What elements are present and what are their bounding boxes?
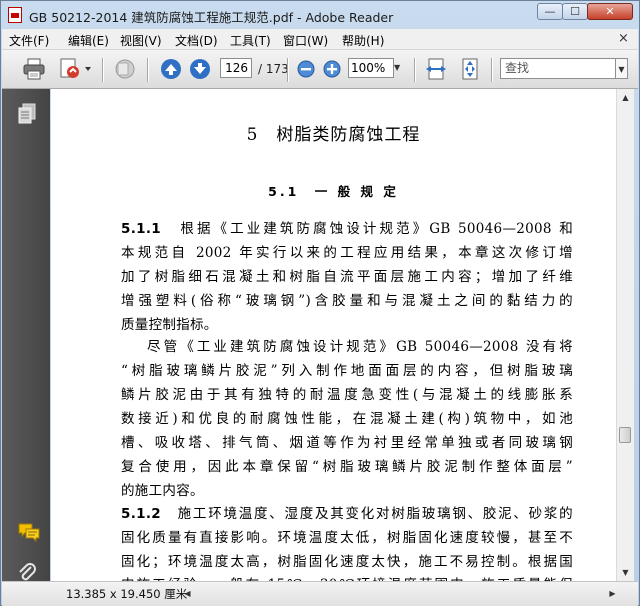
menu-view[interactable]: 视图(V) xyxy=(120,32,162,49)
previous-page-icon[interactable] xyxy=(159,57,183,84)
horizontal-scrollbar[interactable]: ◀ ▶ xyxy=(180,586,620,601)
menu-tools[interactable]: 工具(T) xyxy=(230,32,271,49)
clause-number: 5.1.2 xyxy=(121,506,161,522)
print-icon[interactable] xyxy=(22,57,46,84)
zoom-out-icon[interactable] xyxy=(296,59,316,82)
paragraph-line: 尽管《工业建筑防腐蚀设计规范》GB 50046—2008 没有将 xyxy=(147,339,573,355)
paragraph-line: 增强塑料(俗称“玻璃钢”)含胶量和与混凝土之间的黏结力的 xyxy=(121,293,573,309)
menu-file[interactable]: 文件(F) xyxy=(9,32,49,49)
title-bar: GB 50212-2014 建筑防腐蚀工程施工规范.pdf - Adobe Re… xyxy=(1,1,639,29)
toolbar-separator xyxy=(102,58,104,82)
paragraph-line: 数接近)和优良的耐腐蚀性能，在混凝土建(构)筑物中，如池 xyxy=(121,411,573,427)
menu-help[interactable]: 帮助(H) xyxy=(342,32,384,49)
zoom-dropdown-icon[interactable]: ▼ xyxy=(394,58,404,78)
page-size-readout: 13.385 x 19.450 厘米 xyxy=(66,587,188,601)
paragraph-line: 的施工内容。 xyxy=(121,483,204,499)
chapter-title: 5 树脂类防腐蚀工程 xyxy=(246,125,421,145)
minimize-button[interactable]: — xyxy=(537,3,563,20)
paragraph-line: 内施工经验，一般在 15℃～30℃环境温度范围内，施工质量能保 xyxy=(121,573,573,581)
paragraph-line: 加了树脂细石混凝土和树脂自流平面层施工内容；增加了纤维 xyxy=(121,269,573,285)
paragraph-line: 固化；环境温度太高，树脂固化速度太快，施工不易控制。根据国 xyxy=(121,554,573,570)
menu-document[interactable]: 文档(D) xyxy=(175,32,218,49)
menu-bar: 文件(F) 编辑(E) 视图(V) 文档(D) 工具(T) 窗口(W) 帮助(H… xyxy=(2,29,638,50)
vertical-scrollbar[interactable]: ▲ ▼ xyxy=(616,89,634,581)
fit-page-icon[interactable] xyxy=(458,57,482,84)
line-text: 施工环境温度、湿度及其变化对树脂玻璃钢、胶泥、砂浆的 xyxy=(177,506,573,522)
page-total: / 173 xyxy=(258,62,289,76)
comments-icon[interactable] xyxy=(17,521,41,546)
close-document-button[interactable]: × xyxy=(618,31,629,46)
paragraph-line: 本规范自 2002 年实行以来的工程应用结果，本章这次修订增 xyxy=(121,245,573,261)
scroll-up-icon[interactable]: ▲ xyxy=(617,89,634,106)
line-text: 根据《工业建筑防腐蚀设计规范》GB 50046—2008 和 xyxy=(180,221,573,237)
paragraph-line: 固化质量有直接影响。环境温度太低，树脂固化速度较慢，甚至不 xyxy=(121,530,573,546)
paragraph-line: “树脂玻璃鳞片胶泥”列入制作地面面层的内容，但树脂玻璃 xyxy=(121,363,573,379)
paragraph-line: 复合使用，因此本章保留“树脂玻璃鳞片胶泥制作整体面层” xyxy=(121,459,573,475)
app-window: GB 50212-2014 建筑防腐蚀工程施工规范.pdf - Adobe Re… xyxy=(0,0,640,606)
menu-edit[interactable]: 编辑(E) xyxy=(68,32,109,49)
toolbar-separator xyxy=(287,58,289,82)
toolbar-separator xyxy=(414,58,416,82)
close-window-button[interactable]: ✕ xyxy=(587,3,633,20)
pdf-app-icon xyxy=(8,7,22,23)
collaborate-icon[interactable] xyxy=(112,57,138,84)
search-dropdown-icon[interactable]: ▼ xyxy=(616,58,628,79)
scroll-right-icon[interactable]: ▶ xyxy=(605,586,620,601)
scrollbar-thumb[interactable] xyxy=(619,427,631,443)
paragraph-line: 5.1.1 根据《工业建筑防腐蚀设计规范》GB 50046—2008 和 xyxy=(121,217,573,237)
paragraph-line: 鳞片胶泥由于其有独特的耐温度急变性(与混凝土的线膨胀系 xyxy=(121,387,573,403)
paragraph-line: 槽、吸收塔、排气筒、烟道等作为衬里经常单独或者同玻璃钢 xyxy=(121,435,573,451)
page-number-input[interactable]: 126 xyxy=(220,58,252,78)
zoom-in-icon[interactable] xyxy=(322,59,342,82)
status-bar: 13.385 x 19.450 厘米 ◀ ▶ xyxy=(2,581,638,606)
document-page[interactable]: 5 树脂类防腐蚀工程 5.1 一 般 规 定 5.1.1 根据《工业建筑防腐蚀设… xyxy=(51,89,616,581)
next-page-icon[interactable] xyxy=(188,57,212,84)
menu-window[interactable]: 窗口(W) xyxy=(283,32,328,49)
scroll-left-icon[interactable]: ◀ xyxy=(180,586,195,601)
create-pdf-icon[interactable] xyxy=(58,57,92,84)
section-title: 5.1 一 般 规 定 xyxy=(268,184,399,199)
zoom-level-field[interactable]: 100% xyxy=(348,58,394,78)
toolbar-separator xyxy=(147,58,149,82)
toolbar: 126 / 173 100% ▼ 查找 ▼ xyxy=(2,50,638,89)
toolbar-separator xyxy=(491,58,493,82)
paragraph-line: 5.1.2 施工环境温度、湿度及其变化对树脂玻璃钢、胶泥、砂浆的 xyxy=(121,502,573,522)
clause-number: 5.1.1 xyxy=(121,221,161,237)
navigation-panel xyxy=(2,89,50,581)
maximize-button[interactable]: ☐ xyxy=(562,3,588,20)
search-input[interactable]: 查找 xyxy=(500,58,616,79)
window-title: GB 50212-2014 建筑防腐蚀工程施工规范.pdf - Adobe Re… xyxy=(29,10,394,25)
paragraph-line: 质量控制指标。 xyxy=(121,317,218,333)
page-thumbnails-icon[interactable] xyxy=(17,103,37,128)
fit-width-icon[interactable] xyxy=(424,57,448,84)
scroll-down-icon[interactable]: ▼ xyxy=(617,564,634,581)
